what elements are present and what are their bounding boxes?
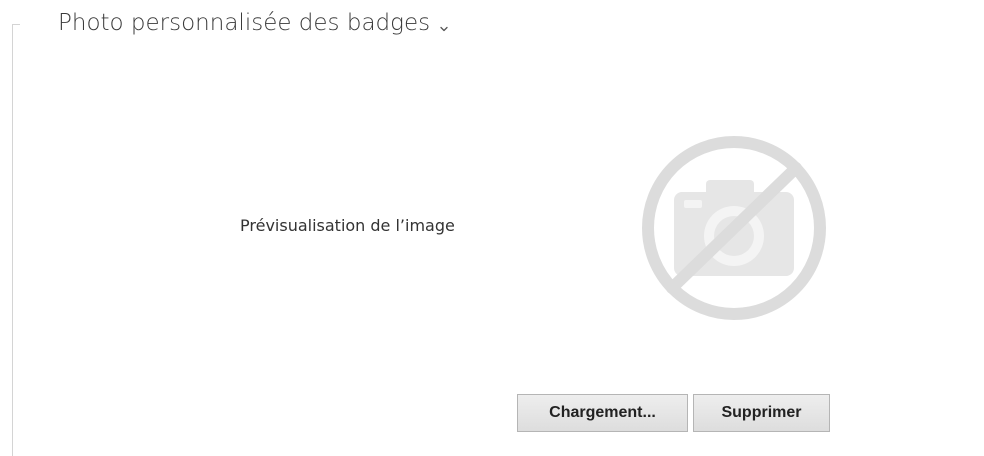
section-frame-corner: [12, 24, 20, 25]
upload-button[interactable]: Chargement...: [517, 394, 688, 432]
section-header[interactable]: Photo personnalisée des badges: [58, 10, 449, 36]
image-preview-label: Prévisualisation de l’image: [240, 216, 455, 235]
chevron-down-icon[interactable]: [439, 19, 449, 32]
section-title: Photo personnalisée des badges: [58, 10, 431, 36]
section-frame-line: [12, 24, 13, 456]
delete-button[interactable]: Supprimer: [693, 394, 830, 432]
no-photo-icon: [636, 130, 832, 326]
